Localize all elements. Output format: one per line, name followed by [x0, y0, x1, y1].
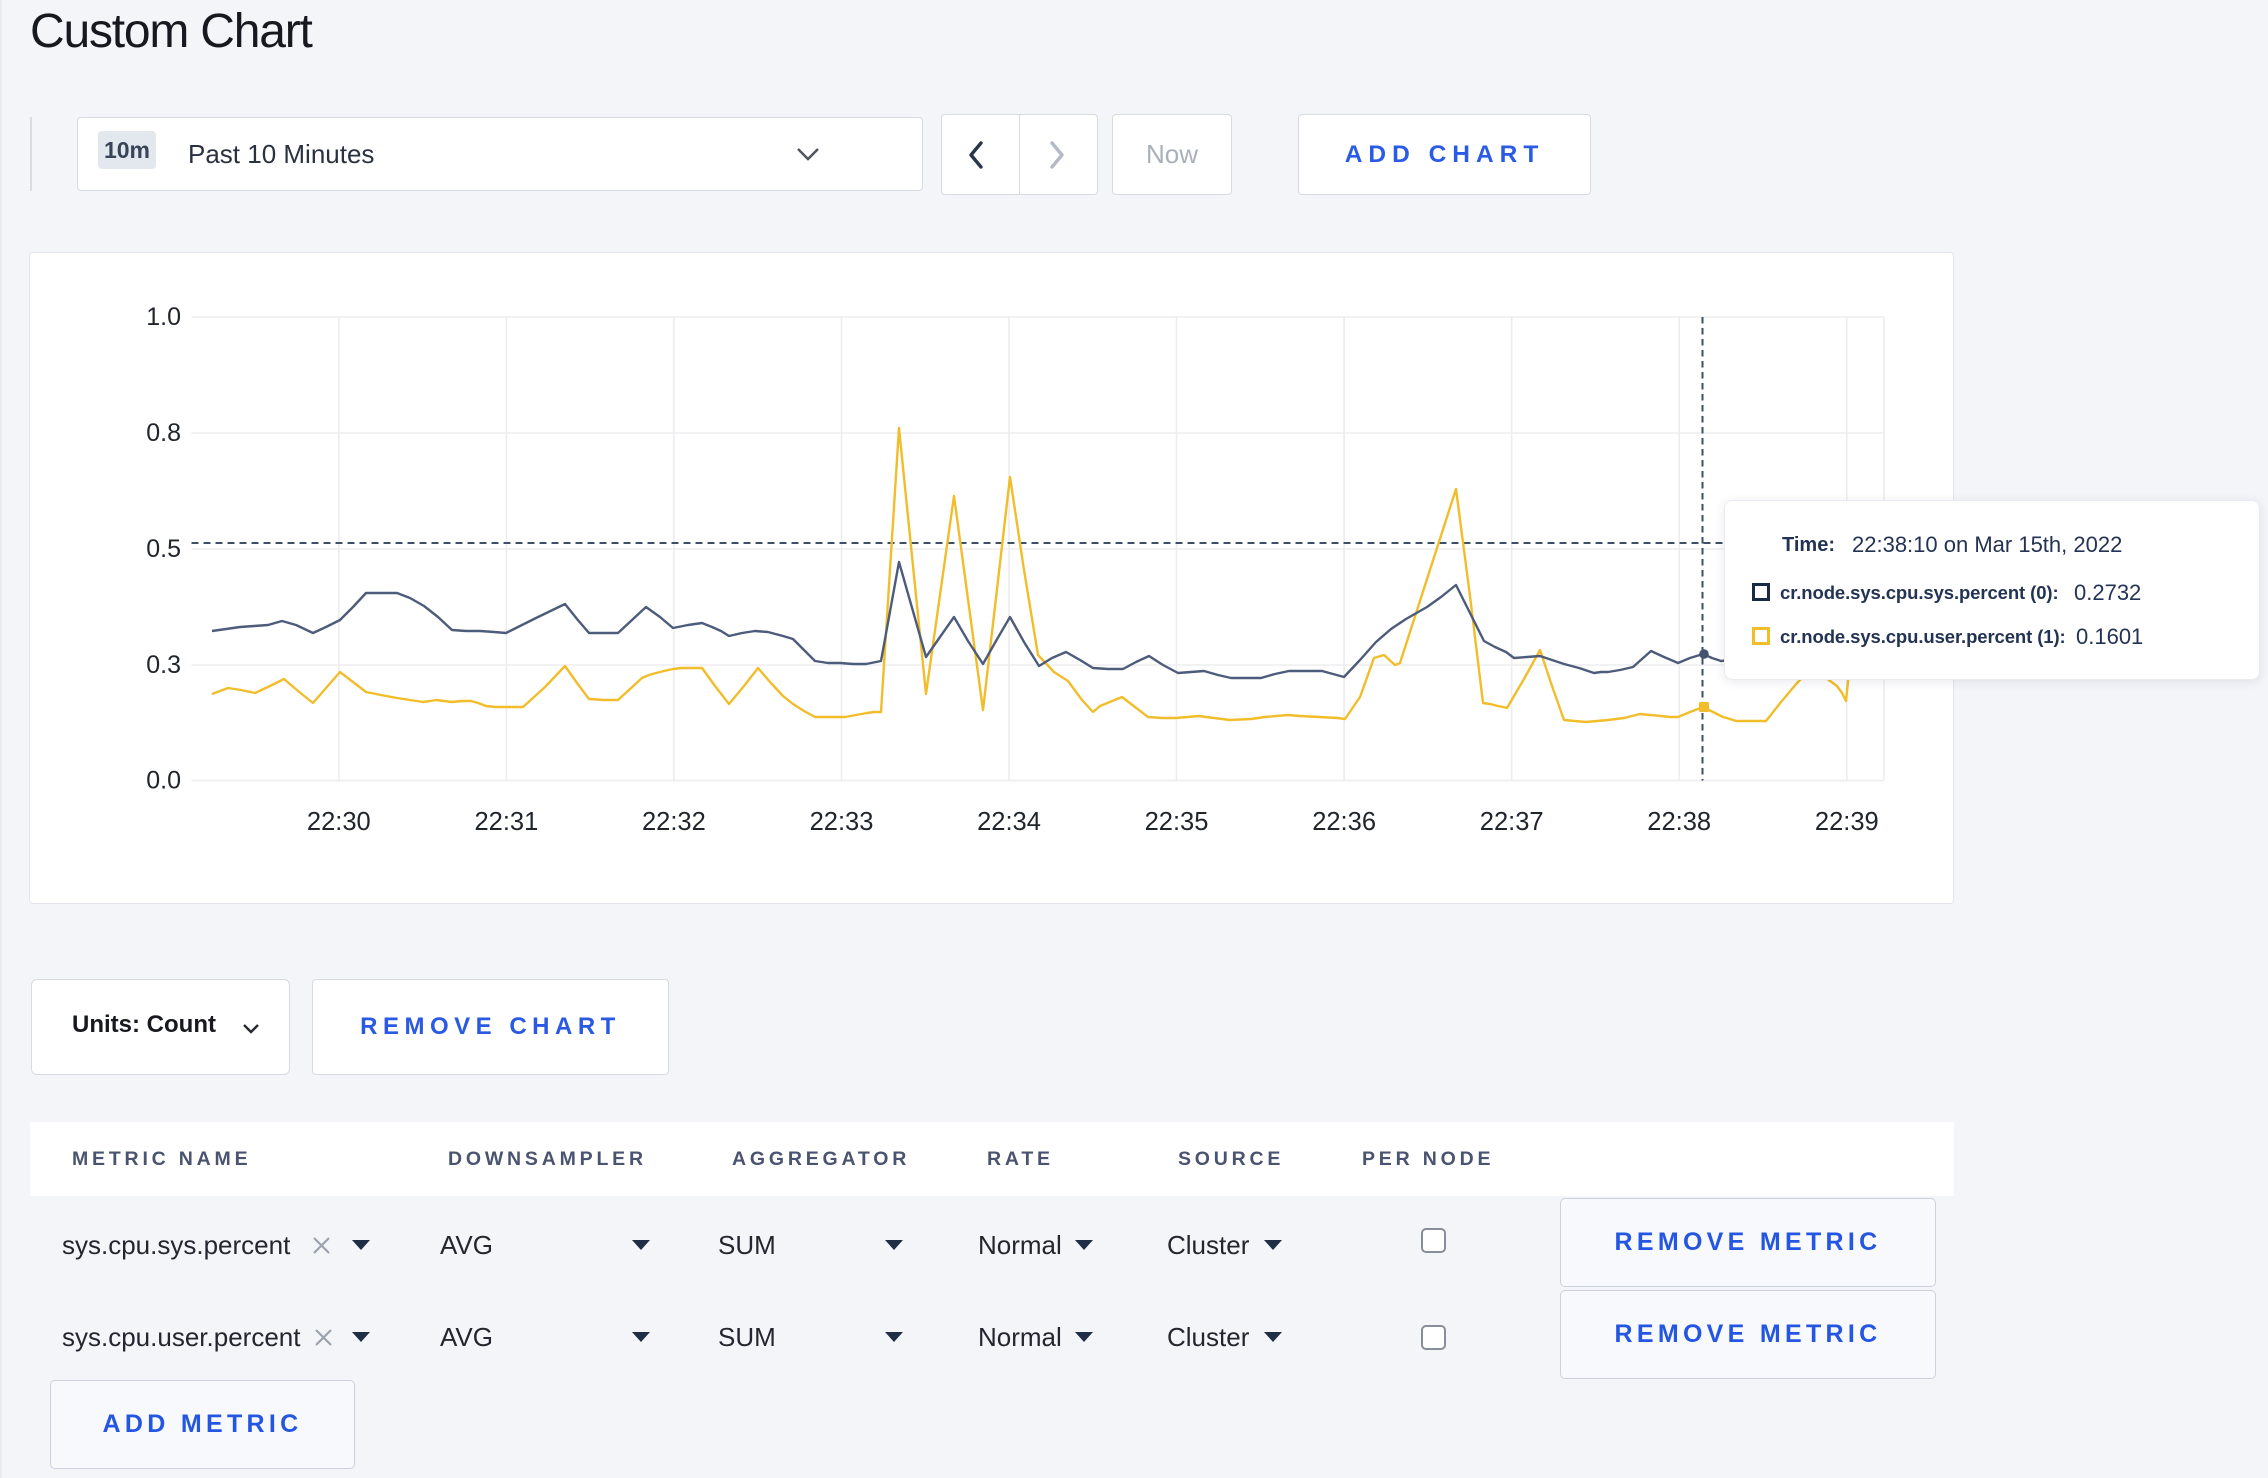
svg-text:22:34: 22:34: [977, 808, 1041, 836]
svg-text:22:38: 22:38: [1647, 808, 1711, 836]
svg-text:22:30: 22:30: [307, 808, 371, 836]
svg-text:22:37: 22:37: [1480, 808, 1544, 836]
svg-text:22:32: 22:32: [642, 808, 706, 836]
svg-text:22:36: 22:36: [1312, 808, 1376, 836]
svg-text:1.0: 1.0: [146, 303, 181, 331]
svg-text:0.0: 0.0: [146, 767, 181, 795]
svg-text:22:31: 22:31: [474, 808, 538, 836]
svg-text:22:33: 22:33: [810, 808, 874, 836]
svg-text:0.3: 0.3: [146, 651, 181, 679]
svg-text:0.8: 0.8: [146, 419, 181, 447]
svg-text:22:35: 22:35: [1145, 808, 1209, 836]
svg-text:22:39: 22:39: [1815, 808, 1879, 836]
svg-text:0.5: 0.5: [146, 535, 181, 563]
